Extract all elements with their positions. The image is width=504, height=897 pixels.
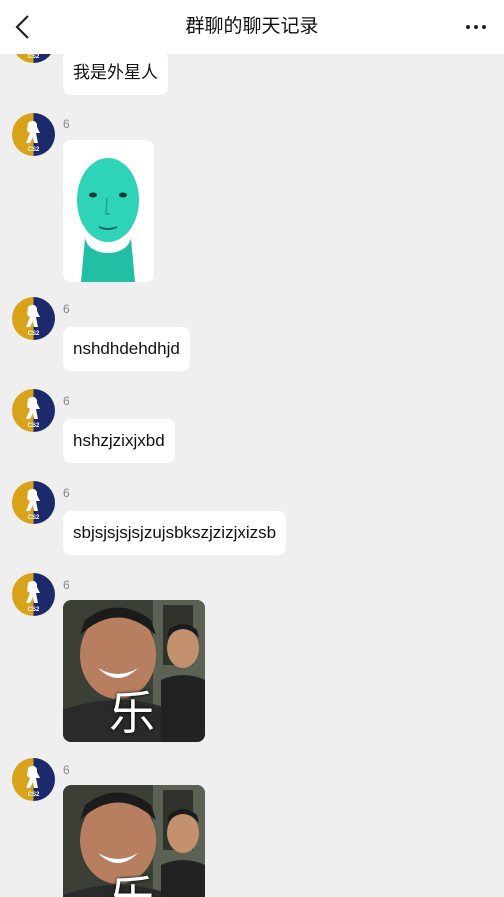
sender-name: 6 bbox=[63, 117, 70, 131]
sender-name: 6 bbox=[63, 486, 70, 500]
message-bubble[interactable]: 我是外星人 bbox=[63, 51, 168, 95]
top-bar: 群聊的聊天记录 bbox=[0, 0, 504, 54]
sender-name: 6 bbox=[63, 394, 70, 408]
message-bubble[interactable]: hshzjzixjxbd bbox=[63, 419, 175, 463]
more-dots-icon[interactable] bbox=[464, 18, 488, 36]
image-overlay-text: 乐 bbox=[109, 687, 155, 739]
avatar[interactable] bbox=[12, 758, 55, 801]
avatar[interactable] bbox=[12, 481, 55, 524]
message-bubble[interactable]: sbjsjsjsjsjzujsbkszjzizjxizsb bbox=[63, 511, 287, 555]
message-bubble[interactable]: nshdhdehdhjd bbox=[63, 327, 190, 371]
sticker-image[interactable]: 乐 bbox=[63, 785, 205, 897]
avatar[interactable] bbox=[12, 573, 55, 616]
sticker-image[interactable]: 乐 bbox=[63, 600, 205, 742]
image-overlay-text: 乐 bbox=[109, 873, 155, 897]
sender-name: 6 bbox=[63, 302, 70, 316]
alien-face-icon bbox=[63, 140, 154, 282]
sender-name: 6 bbox=[63, 578, 70, 592]
page-title: 群聊的聊天记录 bbox=[185, 16, 319, 37]
avatar[interactable] bbox=[12, 113, 55, 156]
avatar[interactable] bbox=[12, 297, 55, 340]
avatar[interactable] bbox=[12, 389, 55, 432]
sender-name: 6 bbox=[63, 763, 70, 777]
sticker-image[interactable] bbox=[63, 140, 154, 282]
